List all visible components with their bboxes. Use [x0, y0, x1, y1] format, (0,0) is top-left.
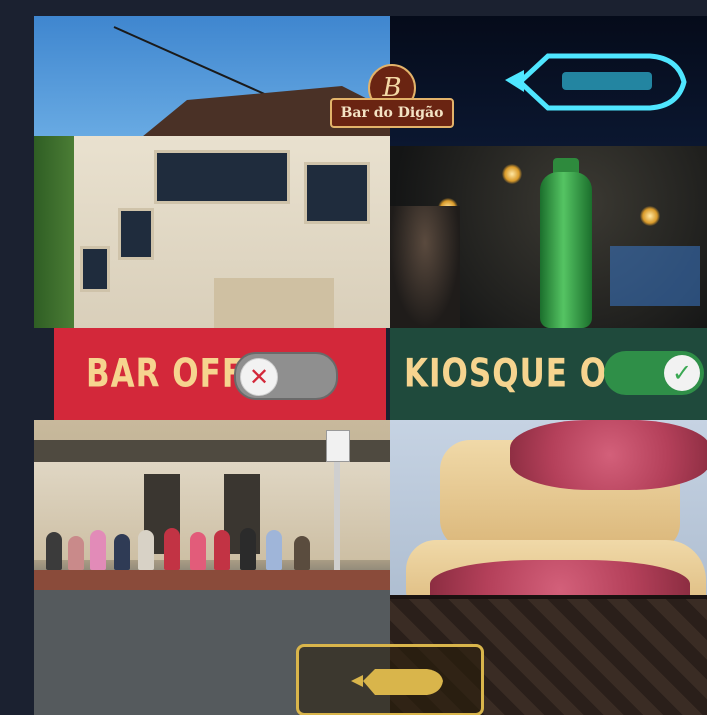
screen-frame: B Bar do Digão BAR OFF ✕ KIOSQUE ON ✓ — [0, 0, 707, 715]
check-mark-icon: ✓ — [664, 355, 700, 391]
pig-icon — [351, 669, 443, 695]
kiosque-toggle-switch[interactable]: ✓ — [604, 351, 704, 395]
meat-filling — [510, 420, 707, 490]
sidewalk-curb — [34, 570, 390, 590]
promo-poster: B Bar do Digão BAR OFF ✕ KIOSQUE ON ✓ — [34, 16, 707, 715]
bottom-pig-sign — [296, 644, 484, 715]
logo-name: Bar do Digão — [330, 98, 454, 128]
person — [90, 530, 106, 570]
building-balcony — [214, 278, 334, 328]
person — [164, 528, 180, 570]
building-window — [118, 208, 154, 260]
bar-photo — [390, 16, 707, 328]
bar-toggle-switch[interactable]: ✕ — [234, 352, 338, 400]
building-photo — [34, 16, 390, 328]
person — [190, 532, 206, 570]
street-sign — [326, 430, 350, 462]
kiosque-on-banner: KIOSQUE ON ✓ — [390, 328, 707, 420]
kiosque-on-label: KIOSQUE ON — [404, 351, 635, 397]
person — [240, 528, 256, 570]
bar-light — [640, 206, 660, 226]
building-window — [304, 162, 370, 224]
tree — [34, 136, 74, 328]
person — [214, 530, 230, 570]
person — [138, 530, 154, 570]
bar-logo: B Bar do Digão — [330, 64, 454, 128]
neon-pig-icon — [505, 53, 687, 111]
bar-light — [502, 164, 522, 184]
person — [46, 532, 62, 570]
person — [294, 536, 310, 570]
bar-off-label: BAR OFF — [86, 351, 244, 397]
beer-bottle — [540, 172, 592, 328]
building-window — [154, 150, 290, 204]
person — [266, 530, 282, 570]
person — [114, 534, 130, 570]
x-mark-icon: ✕ — [240, 358, 278, 396]
person — [68, 536, 84, 570]
bar-glow — [610, 246, 700, 306]
bar-off-banner: BAR OFF ✕ — [54, 328, 386, 420]
bar-patron — [390, 206, 460, 328]
building-window — [80, 246, 110, 292]
